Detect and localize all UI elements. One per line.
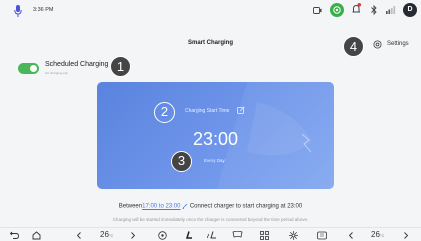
status-bar: 3:36 PM D — [0, 0, 421, 22]
scheduled-charging-label: Scheduled Charging — [45, 61, 109, 68]
left-temp-up-icon[interactable] — [131, 232, 135, 239]
charging-window-info: Between17:00 to 23:00 Connect charger to… — [0, 203, 421, 210]
edit-window-icon[interactable] — [182, 203, 188, 209]
repeat-label[interactable]: Every Day — [204, 158, 225, 163]
notification-icon[interactable] — [352, 3, 361, 15]
right-temp-value: 26 — [371, 230, 380, 239]
back-icon[interactable] — [10, 231, 19, 239]
toggle-knob — [30, 65, 37, 72]
left-temp-unit: °C — [108, 233, 114, 238]
left-temperature[interactable]: 26°C — [100, 230, 113, 239]
charging-start-time-label: Charging Start Time — [185, 108, 230, 114]
left-temp-down-icon[interactable] — [77, 232, 81, 239]
marker-3: 3 — [171, 151, 192, 172]
edit-icon[interactable] — [237, 106, 245, 114]
rear-defrost-icon[interactable] — [317, 231, 327, 240]
right-temp-up-icon[interactable] — [404, 232, 408, 239]
status-time: 3:36 PM — [33, 7, 54, 13]
marker-1: 1 — [110, 56, 131, 77]
mic-icon[interactable] — [14, 5, 22, 17]
left-temp-value: 26 — [100, 230, 109, 239]
settings-icon — [373, 39, 382, 49]
time-window-link[interactable]: 17:00 to 23:00 — [142, 204, 180, 210]
home-icon[interactable] — [32, 231, 41, 240]
screen-mirror-icon[interactable] — [313, 7, 322, 14]
right-temperature[interactable]: 26°C — [371, 230, 384, 239]
seat-heat-icon[interactable] — [207, 231, 218, 241]
fan-icon[interactable] — [158, 231, 167, 240]
windshield-defrost-icon[interactable] — [232, 231, 243, 240]
green-status-icon[interactable] — [330, 3, 344, 17]
right-temp-down-icon[interactable] — [349, 232, 353, 239]
bottom-nav-bar: 26°C 26°C — [0, 227, 421, 241]
settings-label: Settings — [387, 41, 409, 47]
right-temp-unit: °C — [379, 233, 385, 238]
seat-icon[interactable] — [184, 231, 193, 241]
apps-grid-icon[interactable] — [260, 231, 269, 240]
charging-time-card[interactable]: Charging Start Time 23:00 Every Day — [97, 82, 334, 189]
info-suffix: Connect charger to start charging at 23:… — [189, 203, 303, 210]
marker-4: 4 — [343, 36, 364, 57]
avatar[interactable]: D — [403, 3, 417, 17]
info-prefix: Between — [118, 203, 143, 210]
scheduled-charging-toggle[interactable] — [18, 63, 39, 74]
signal-icon — [386, 6, 396, 14]
bluetooth-icon[interactable] — [371, 5, 377, 15]
scheduled-charging-sublabel: AC charging only — [45, 71, 68, 75]
settings-button[interactable]: Settings — [373, 39, 409, 49]
ac-icon[interactable] — [289, 231, 298, 240]
charging-start-time[interactable]: 23:00 — [97, 129, 334, 150]
charging-note: Charging will be started immediately onc… — [112, 217, 309, 222]
marker-2: 2 — [154, 102, 175, 123]
